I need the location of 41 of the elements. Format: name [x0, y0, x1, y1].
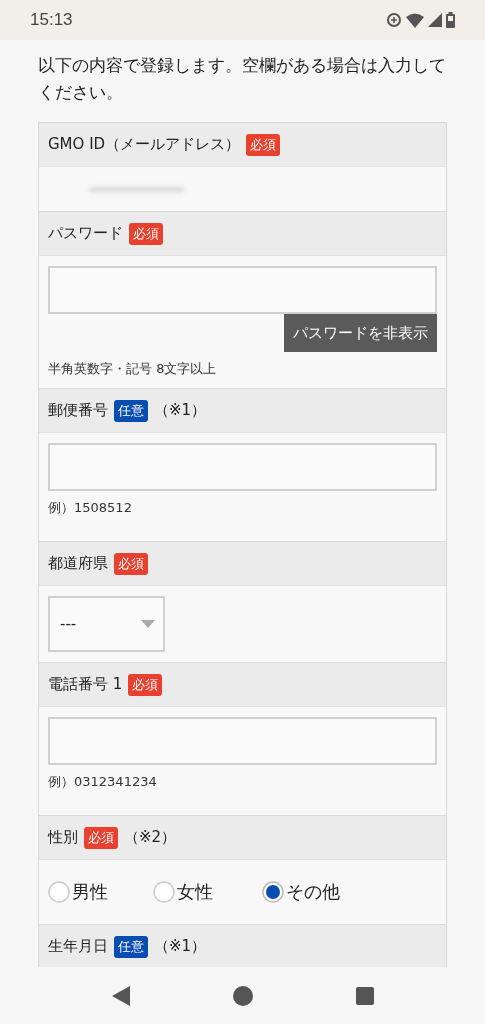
input-field[interactable]: [48, 443, 437, 491]
input-field[interactable]: [48, 717, 437, 765]
home-icon[interactable]: [232, 985, 253, 1006]
field-label: 生年月日: [48, 937, 108, 956]
hide-password-button[interactable]: パスワードを非表示: [284, 314, 437, 352]
hint-text: 例）1508512: [48, 499, 132, 517]
note-text: （※1）: [154, 401, 207, 420]
field-label: 郵便番号: [48, 401, 108, 420]
option-label[interactable]: 男性: [72, 880, 108, 904]
required-tag: 必須: [246, 133, 281, 156]
option-label[interactable]: その他: [286, 880, 340, 904]
back-icon[interactable]: [111, 985, 130, 1006]
field-label: 都道府県: [48, 554, 108, 573]
recents-icon[interactable]: [355, 986, 374, 1005]
required-tag: 必須: [84, 826, 118, 849]
hint-text: 半角英数字・記号 8文字以上: [48, 360, 217, 378]
intro-text: 以下の内容で登録します。空欄がある場合は入力してください。: [38, 54, 447, 104]
hint-text: 例）0312341234: [48, 773, 157, 791]
required-tag: 必須: [128, 673, 163, 696]
note-text: （※2）: [124, 828, 177, 847]
signal-icon: [428, 13, 442, 27]
battery-icon: [446, 12, 455, 28]
wifi-icon: [406, 12, 424, 28]
password-field[interactable]: [48, 266, 437, 314]
required-tag: 必須: [129, 222, 163, 245]
radio-button[interactable]: [262, 881, 284, 903]
note-text: （※1）: [154, 937, 207, 956]
field-label: パスワード: [48, 224, 123, 243]
status-time: 15:13: [30, 10, 73, 30]
prefecture-dropdown[interactable]: ---: [48, 596, 165, 652]
caret-icon: [141, 620, 155, 628]
option-label[interactable]: 女性: [177, 880, 213, 904]
optional-tag: 任意: [114, 935, 148, 958]
field-label: GMO ID（メールアドレス）: [48, 135, 241, 154]
required-tag: 必須: [114, 552, 148, 575]
data-saver-icon: [386, 12, 402, 28]
field-label: 電話番号 1: [48, 675, 123, 694]
field-label: 性別: [48, 828, 78, 847]
optional-tag: 任意: [114, 399, 148, 422]
radio-button[interactable]: [48, 881, 70, 903]
radio-button[interactable]: [153, 881, 175, 903]
